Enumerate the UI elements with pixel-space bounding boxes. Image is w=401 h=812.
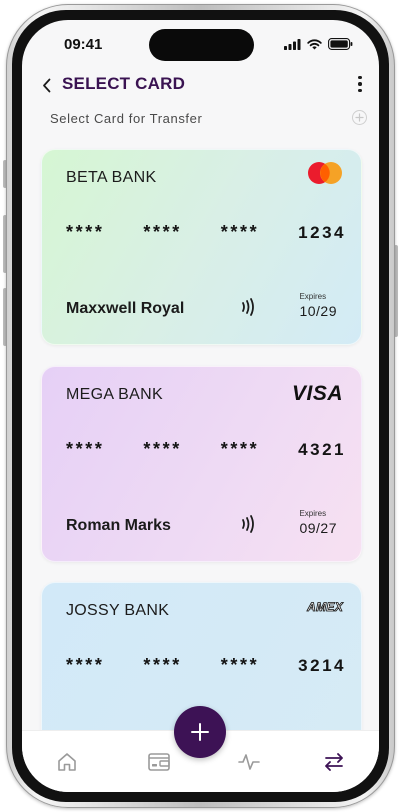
wifi-icon [307,38,322,49]
amex-logo: AMEX [307,600,343,615]
card-last-four: 4321 [298,439,346,459]
more-options-button[interactable] [355,72,365,96]
expiry-label: Expires [299,292,327,301]
add-button[interactable] [174,706,226,758]
signal-icon [284,38,301,50]
masked-digits: **** [66,655,105,675]
plus-icon [191,723,209,741]
chevron-left-icon [42,78,50,92]
bank-name: MEGA BANK [66,386,163,403]
contactless-icon [242,515,254,533]
cardholder-name: Roman Marks [66,517,171,534]
nav-transfer[interactable] [321,749,347,775]
card-number: **** **** **** 3214 [66,655,346,676]
card-last-four: 1234 [298,222,346,242]
contactless-icon [242,298,254,316]
bank-name: JOSSY BANK [66,602,170,619]
more-dot [358,75,362,80]
expiry-label: Expires [299,509,327,518]
expiry-block: Expires 09/27 [299,509,337,536]
expiry-date: 09/27 [299,520,337,536]
card-number: **** **** **** 1234 [66,222,346,243]
masked-digits: **** [220,439,260,459]
nav-activity[interactable] [236,749,262,775]
card-last-four: 3214 [298,655,346,675]
screen: 09:41 SELECT CARD Select Card for Transf… [22,20,379,792]
masked-digits: **** [143,439,182,459]
cardholder-name: Maxxwell Royal [66,300,185,317]
plus-icon [355,113,364,122]
add-card-button[interactable] [352,110,367,125]
bank-name: BETA BANK [66,169,157,186]
more-dot [358,82,362,86]
app-header: SELECT CARD [22,72,379,102]
section-subtitle: Select Card for Transfer [50,111,203,126]
nav-home[interactable] [54,749,80,775]
activity-icon [238,754,260,770]
expiry-block: Expires 10/29 [299,292,337,319]
card-number: **** **** **** 4321 [66,439,346,460]
nav-wallet[interactable] [146,749,172,775]
transfer-icon [325,753,343,771]
bank-card[interactable]: BETA BANK **** **** **** 1234 Maxxwell R… [41,149,362,345]
expiry-date: 10/29 [299,303,337,319]
status-time: 09:41 [64,36,103,53]
masked-digits: **** [66,222,105,242]
masked-digits: **** [143,222,182,242]
status-bar: 09:41 [22,20,379,72]
bank-card[interactable]: MEGA BANK VISA **** **** **** 4321 Roman… [41,366,362,562]
visa-logo: VISA [291,382,343,405]
wallet-icon [148,753,170,771]
masked-digits: **** [220,655,260,675]
more-dot [358,88,362,93]
page-title: SELECT CARD [62,74,186,93]
masked-digits: **** [66,439,105,459]
dynamic-island [149,29,254,61]
back-button[interactable] [38,74,54,96]
masked-digits: **** [220,222,260,242]
status-icons [284,38,353,50]
mastercard-logo [308,162,342,184]
home-icon [58,753,76,771]
battery-icon [328,38,353,50]
masked-digits: **** [143,655,182,675]
